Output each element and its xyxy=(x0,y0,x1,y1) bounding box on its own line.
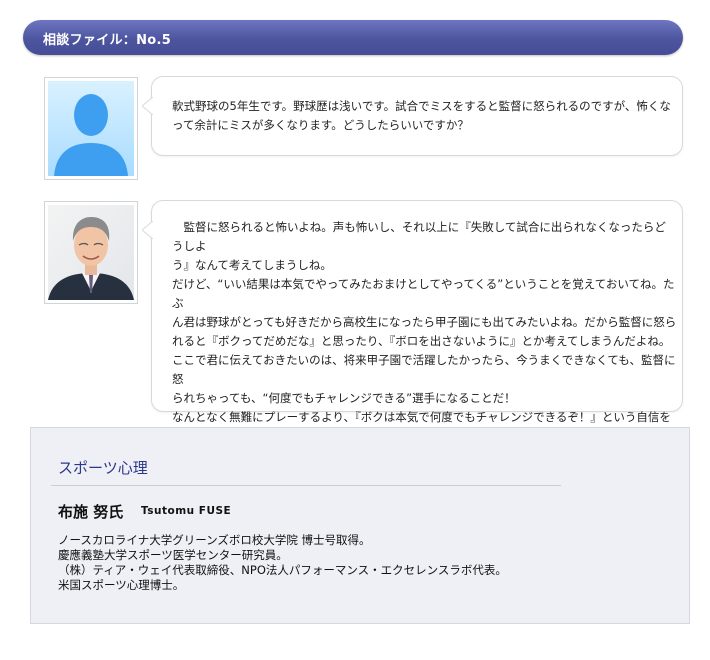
questioner-avatar xyxy=(44,77,138,180)
advisor-profile: スポーツ心理 布施 努氏 Tsutomu FUSE ノースカロライナ大学グリーン… xyxy=(30,427,690,624)
bio-line: ノースカロライナ大学グリーンズボロ校大学院 博士号取得。 xyxy=(58,533,371,547)
bio-line: 慶應義塾大学スポーツ医学センター研究員。 xyxy=(58,548,288,562)
advisor-name: 布施 努氏 xyxy=(58,503,124,521)
consultation-file-header: 相談ファイル：No.5 xyxy=(23,20,683,55)
bubble-tail xyxy=(142,221,153,239)
advisor-photo-icon xyxy=(48,205,134,300)
profile-divider xyxy=(51,485,561,486)
profile-category: スポーツ心理 xyxy=(58,459,148,477)
header-title: 相談ファイル：No.5 xyxy=(43,33,172,48)
question-text: 軟式野球の5年生です。野球歴は浅いです。試合でミスをすると監督に怒られるのですが… xyxy=(172,99,671,132)
bio-line: 米国スポーツ心理博士。 xyxy=(58,578,185,592)
person-silhouette-icon xyxy=(48,81,134,176)
advisor-avatar xyxy=(44,201,138,304)
bubble-tail xyxy=(142,97,153,115)
advisor-bio: ノースカロライナ大学グリーンズボロ校大学院 博士号取得。 慶應義塾大学スポーツ医… xyxy=(58,533,618,593)
answer-bubble: 監督に怒られると怖いよね。声も怖いし、それ以上に『失敗して試合に出られなくなった… xyxy=(142,200,683,462)
bio-line: （株）ティア・ウェイ代表取締役、NPO法人パフォーマンス・エクセレンスラボ代表。 xyxy=(58,563,507,577)
advisor-romaji-name: Tsutomu FUSE xyxy=(141,505,232,517)
question-bubble: 軟式野球の5年生です。野球歴は浅いです。試合でミスをすると監督に怒られるのですが… xyxy=(142,76,683,156)
